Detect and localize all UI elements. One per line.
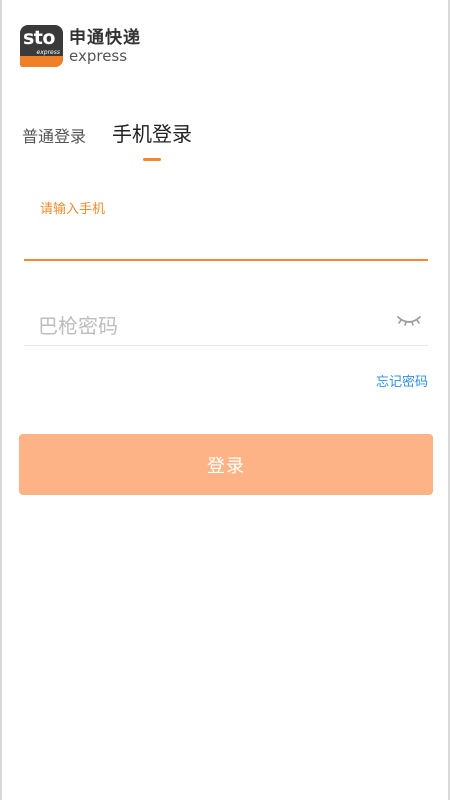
login-button[interactable]: 登录 <box>19 434 433 495</box>
tab-phone-login[interactable]: 手机登录 <box>112 118 193 161</box>
phone-field-label: 请输入手机 <box>40 202 106 217</box>
login-tabs: 普通登录 手机登录 <box>22 118 193 161</box>
eye-closed-icon[interactable] <box>396 312 422 330</box>
logo-wordmark: 申通快递 express <box>69 28 141 64</box>
logo-name-en: express <box>69 47 128 65</box>
forgot-password-link[interactable]: 忘记密码 <box>376 371 428 390</box>
active-tab-indicator <box>143 158 162 161</box>
phone-input[interactable] <box>24 222 428 258</box>
logo-name-cn: 申通快递 <box>69 28 141 48</box>
password-field-underline <box>24 345 428 346</box>
sto-express-logo: sto express 申通快递 express <box>20 25 141 67</box>
logo-mark-text: sto <box>23 27 55 49</box>
phone-field-underline <box>24 259 428 261</box>
password-input[interactable] <box>24 307 384 345</box>
logo-mark-subtext: express <box>36 49 60 56</box>
tab-phone-login-label: 手机登录 <box>112 122 193 146</box>
logo-mark-band <box>20 56 63 67</box>
login-screen: sto express 申通快递 express 普通登录 手机登录 请输入手机… <box>0 0 450 800</box>
tab-normal-login[interactable]: 普通登录 <box>22 123 86 153</box>
sto-logo-mark: sto express <box>20 25 63 67</box>
